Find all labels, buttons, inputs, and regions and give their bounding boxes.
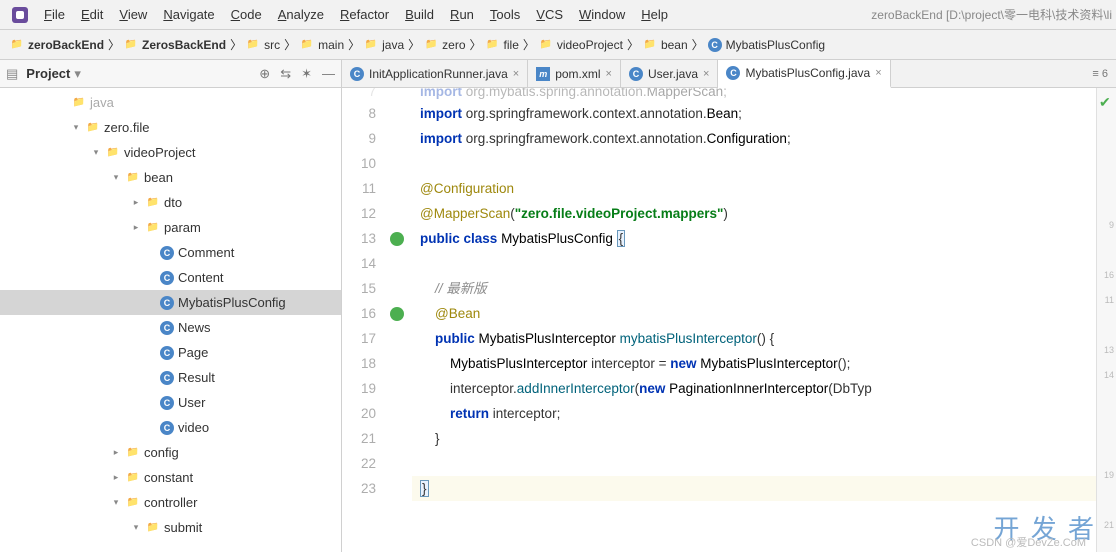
crumb-bean[interactable]: 📁bean: [639, 36, 692, 54]
tree-Result[interactable]: CResult: [0, 365, 341, 390]
tree-java[interactable]: 📁java: [0, 90, 341, 115]
crumb-file[interactable]: 📁file: [482, 36, 523, 54]
tree-controller[interactable]: ▾📁controller: [0, 490, 341, 515]
tab-MybatisPlusConfig.java[interactable]: CMybatisPlusConfig.java×: [718, 60, 890, 88]
menu-file[interactable]: File: [36, 3, 73, 26]
menu-code[interactable]: Code: [223, 3, 270, 26]
menu-view[interactable]: View: [111, 3, 155, 26]
menu-navigate[interactable]: Navigate: [155, 3, 222, 26]
crumb-MybatisPlusConfig[interactable]: CMybatisPlusConfig: [704, 36, 829, 54]
tree-submit[interactable]: ▾📁submit: [0, 515, 341, 540]
tree-constant[interactable]: ▸📁constant: [0, 465, 341, 490]
tab-pom.xml[interactable]: mpom.xml×: [528, 60, 621, 87]
breadcrumb: 📁zeroBackEnd〉📁ZerosBackEnd〉📁src〉📁main〉📁j…: [0, 30, 1116, 60]
crumb-java[interactable]: 📁java: [360, 36, 408, 54]
editor-tabs: CInitApplicationRunner.java×mpom.xml×CUs…: [342, 60, 1116, 88]
window-title-path: zeroBackEnd [D:\project\零一电科\技术资料\li: [871, 6, 1112, 23]
expand-icon[interactable]: ⇆: [280, 66, 291, 82]
tree-videoProject[interactable]: ▾📁videoProject: [0, 140, 341, 165]
tree-video[interactable]: Cvideo: [0, 415, 341, 440]
close-icon[interactable]: ×: [703, 68, 709, 80]
crumb-src[interactable]: 📁src: [242, 36, 284, 54]
line-number-gutter: 7891011121314151617181920212223: [342, 88, 382, 552]
tree-News[interactable]: CNews: [0, 315, 341, 340]
crumb-zero[interactable]: 📁zero: [420, 36, 469, 54]
tree-Comment[interactable]: CComment: [0, 240, 341, 265]
tree-Page[interactable]: CPage: [0, 340, 341, 365]
project-selector-icon[interactable]: ▤: [6, 66, 18, 82]
project-sidebar: ▤ Project ▾ ⊕ ⇆ ✶ — 📁java▾📁zero.file▾📁vi…: [0, 60, 342, 552]
close-icon[interactable]: ×: [875, 67, 881, 79]
tab-InitApplicationRunner.java[interactable]: CInitApplicationRunner.java×: [342, 60, 528, 87]
menu-build[interactable]: Build: [397, 3, 442, 26]
menu-tools[interactable]: Tools: [482, 3, 528, 26]
editor-pane: CInitApplicationRunner.java×mpom.xml×CUs…: [342, 60, 1116, 552]
sidebar-title: Project: [26, 66, 70, 81]
run-gutter-icon[interactable]: [390, 307, 404, 321]
menu-analyze[interactable]: Analyze: [270, 3, 332, 26]
minimap-gutter[interactable]: ✔ 9161113141921: [1096, 88, 1116, 552]
tree-MybatisPlusConfig[interactable]: CMybatisPlusConfig: [0, 290, 341, 315]
menu-vcs[interactable]: VCS: [528, 3, 571, 26]
menu-window[interactable]: Window: [571, 3, 633, 26]
tree-zero.file[interactable]: ▾📁zero.file: [0, 115, 341, 140]
sidebar-header: ▤ Project ▾ ⊕ ⇆ ✶ —: [0, 60, 341, 88]
run-gutter-icon[interactable]: [390, 232, 404, 246]
app-icon: [12, 7, 28, 23]
hide-icon[interactable]: —: [322, 66, 335, 82]
tree-User[interactable]: CUser: [0, 390, 341, 415]
tree-bean[interactable]: ▾📁bean: [0, 165, 341, 190]
tree-config[interactable]: ▸📁config: [0, 440, 341, 465]
status-ok-icon: ✔: [1099, 90, 1111, 115]
tree-dto[interactable]: ▸📁dto: [0, 190, 341, 215]
locate-icon[interactable]: ⊕: [259, 66, 270, 82]
tree-param[interactable]: ▸📁param: [0, 215, 341, 240]
code-area[interactable]: 7891011121314151617181920212223 import o…: [342, 88, 1116, 552]
close-icon[interactable]: ×: [513, 68, 519, 80]
close-icon[interactable]: ×: [606, 68, 612, 80]
crumb-main[interactable]: 📁main: [296, 36, 348, 54]
menu-edit[interactable]: Edit: [73, 3, 111, 26]
code-editor[interactable]: import org.mybatis.spring.annotation.Map…: [412, 88, 1096, 552]
settings-icon[interactable]: ✶: [301, 66, 312, 82]
menu-help[interactable]: Help: [633, 3, 676, 26]
crumb-videoProject[interactable]: 📁videoProject: [535, 36, 627, 54]
tab-User.java[interactable]: CUser.java×: [621, 60, 718, 87]
tree-Content[interactable]: CContent: [0, 265, 341, 290]
tab-overflow[interactable]: ≡ 6: [1084, 60, 1116, 87]
menu-bar: FileEditViewNavigateCodeAnalyzeRefactorB…: [0, 0, 1116, 30]
crumb-ZerosBackEnd[interactable]: 📁ZerosBackEnd: [120, 36, 230, 54]
marker-gutter: [382, 88, 412, 552]
menu-run[interactable]: Run: [442, 3, 482, 26]
crumb-zeroBackEnd[interactable]: 📁zeroBackEnd: [6, 36, 108, 54]
project-tree[interactable]: 📁java▾📁zero.file▾📁videoProject▾📁bean▸📁dt…: [0, 88, 341, 552]
menu-refactor[interactable]: Refactor: [332, 3, 397, 26]
